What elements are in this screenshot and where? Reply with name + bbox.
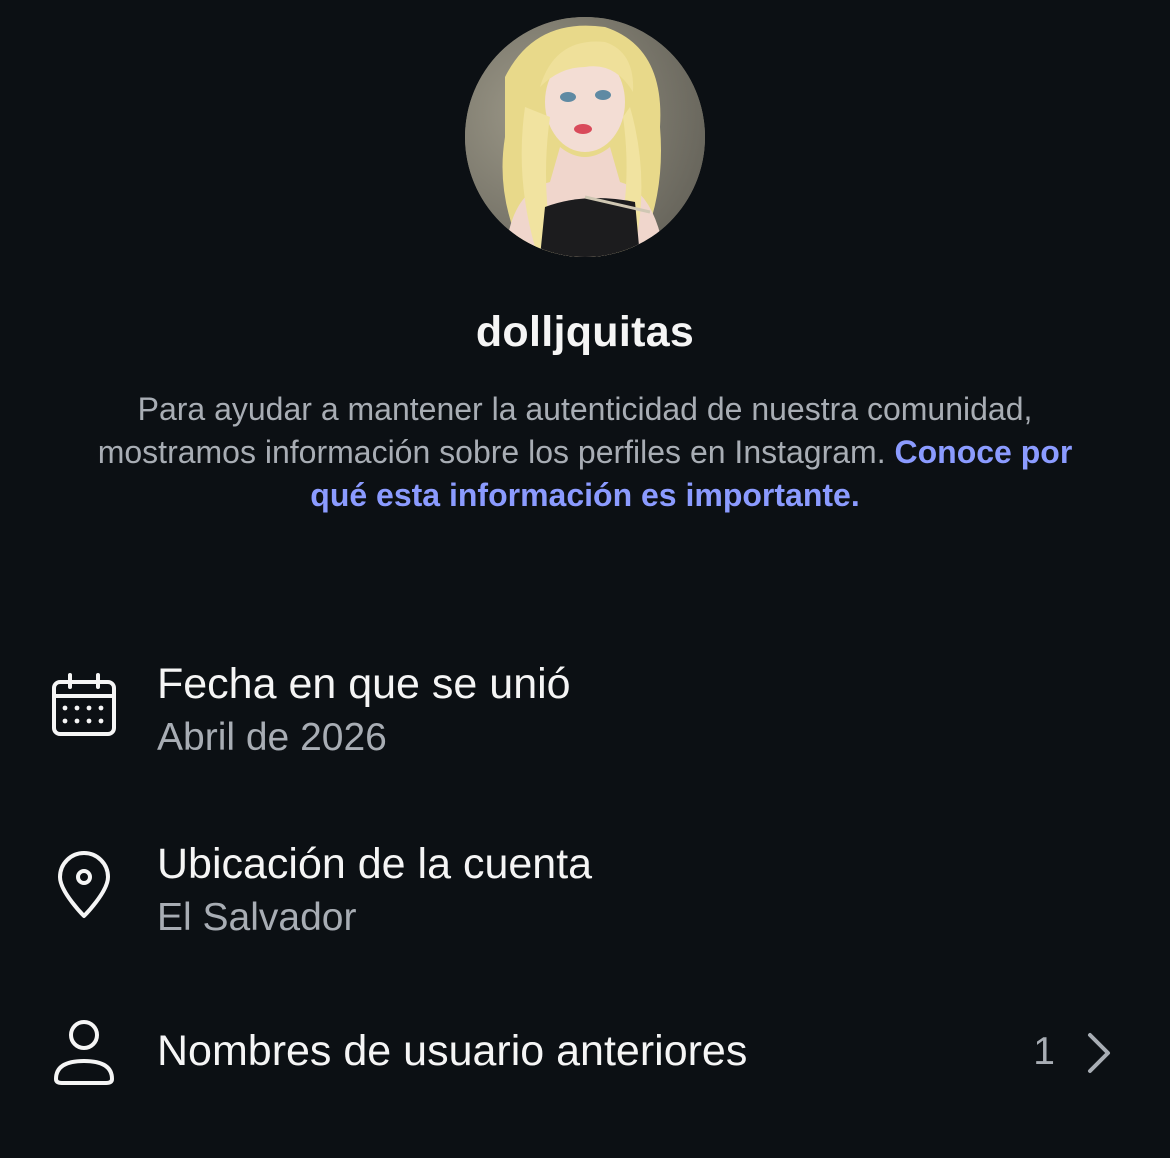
account-location-title: Ubicación de la cuenta	[157, 840, 593, 888]
location-pin-icon	[48, 850, 120, 922]
profile-avatar[interactable]	[465, 17, 705, 257]
account-location-value: El Salvador	[157, 896, 357, 939]
person-icon	[48, 1015, 120, 1087]
date-joined-row: Fecha en que se unió Abril de 2026	[0, 640, 1170, 780]
account-location-row: Ubicación de la cuenta El Salvador	[0, 820, 1170, 960]
profile-info-description: Para ayudar a mantener la autenticidad d…	[80, 388, 1090, 517]
former-usernames-title: Nombres de usuario anteriores	[157, 1027, 748, 1075]
chevron-right-icon	[1084, 1031, 1114, 1075]
date-joined-value: Abril de 2026	[157, 716, 387, 759]
date-joined-title: Fecha en que se unió	[157, 660, 571, 708]
description-text: Para ayudar a mantener la autenticidad d…	[97, 391, 1033, 470]
former-usernames-row[interactable]: Nombres de usuario anteriores 1	[0, 1005, 1170, 1105]
profile-username: dolljquitas	[475, 308, 695, 356]
calendar-icon	[48, 670, 120, 742]
avatar-image	[465, 17, 705, 257]
former-usernames-count: 1	[1033, 1030, 1055, 1073]
